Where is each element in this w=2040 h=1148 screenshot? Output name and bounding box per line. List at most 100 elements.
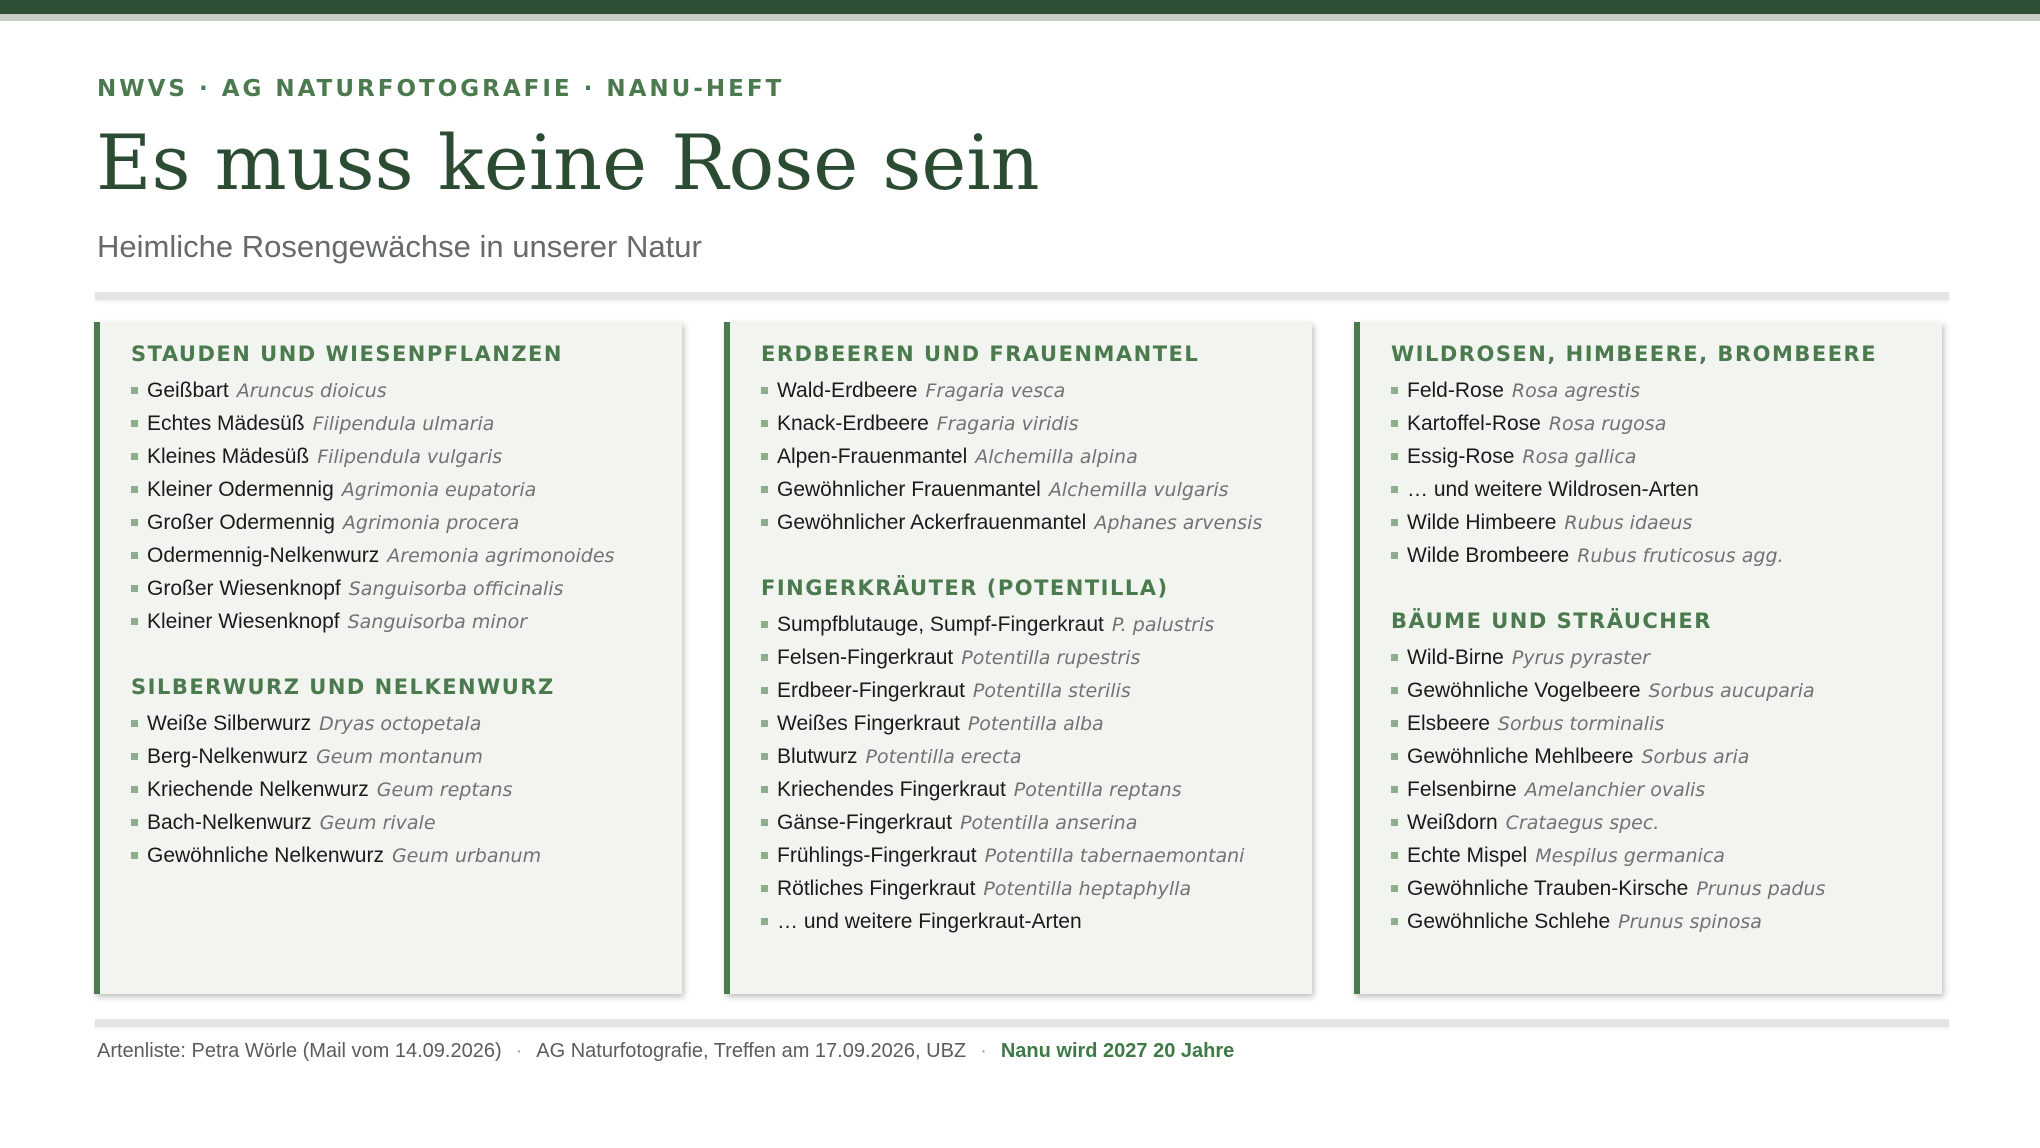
- species-name: Großer Wiesenknopf: [147, 577, 341, 600]
- section-baeume: BÄUME UND STRÄUCHER Wild-Birne Pyrus pyra…: [1391, 601, 1932, 938]
- bullet-icon: [761, 386, 768, 394]
- species-scientific-name: Rosa rugosa: [1548, 413, 1667, 435]
- species-name: Knack-Erdbeere: [777, 412, 929, 435]
- species-scientific-name: Potentilla anserina: [960, 812, 1138, 834]
- species-name: Gewöhnlicher Ackerfrauenmantel: [777, 511, 1087, 534]
- section-erdbeeren: ERDBEEREN UND FRAUENMANTEL Wald-Erdbeere…: [761, 334, 1302, 539]
- species-item: Feld-Rose Rosa agrestis: [1391, 374, 1932, 407]
- bullet-icon: [1391, 452, 1398, 460]
- bullet-icon: [1391, 785, 1398, 793]
- species-scientific-name: Agrimonia procera: [342, 512, 520, 534]
- species-panel-1: STAUDEN UND WIESENPFLANZEN Geißbart Arunc…: [94, 322, 682, 994]
- species-item: Gewöhnliche Vogelbeere Sorbus aucuparia: [1391, 674, 1932, 707]
- bullet-icon: [761, 452, 768, 460]
- section-stauden: STAUDEN UND WIESENPFLANZEN Geißbart Arunc…: [131, 334, 672, 638]
- bullet-icon: [1391, 485, 1398, 493]
- species-scientific-name: Potentilla tabernaemontani: [984, 845, 1245, 867]
- species-item: Odermennig-Nelkenwurz Aremonia agrimonoid…: [131, 539, 672, 572]
- species-scientific-name: Aremonia agrimonoides: [387, 545, 615, 567]
- species-name: Gewöhnliche Nelkenwurz: [147, 844, 384, 867]
- species-scientific-name: Rubus idaeus: [1564, 512, 1693, 534]
- species-name: Gewöhnliche Schlehe: [1407, 910, 1611, 933]
- species-scientific-name: Sorbus aucuparia: [1648, 680, 1815, 702]
- species-scientific-name: Potentilla sterilis: [972, 680, 1131, 702]
- bullet-icon: [1391, 551, 1398, 559]
- species-item: Gänse-Fingerkraut Potentilla anserina: [761, 806, 1302, 839]
- species-name: Blutwurz: [777, 745, 858, 768]
- species-item: Wilde Himbeere Rubus idaeus: [1391, 506, 1932, 539]
- species-name: … und weitere Fingerkraut-Arten: [777, 910, 1082, 933]
- bullet-icon: [1391, 386, 1398, 394]
- species-item: Blutwurz Potentilla erecta: [761, 740, 1302, 773]
- species-name: Gewöhnliche Vogelbeere: [1407, 679, 1641, 702]
- species-name: Feld-Rose: [1407, 379, 1504, 402]
- bullet-icon: [761, 917, 768, 925]
- page-subtitle: Heimliche Rosengewächse in unserer Natur: [97, 229, 702, 264]
- bullet-icon: [761, 785, 768, 793]
- species-scientific-name: P. palustris: [1111, 614, 1215, 636]
- divider-bottom: [95, 1019, 1949, 1027]
- bullet-icon: [1391, 518, 1398, 526]
- bullet-icon: [131, 617, 138, 625]
- species-name: Echte Mispel: [1407, 844, 1528, 867]
- species-item: Rötliches Fingerkraut Potentilla heptaphy…: [761, 872, 1302, 905]
- species-scientific-name: Amelanchier ovalis: [1524, 779, 1706, 801]
- bullet-icon: [131, 752, 138, 760]
- section-silberwurz: SILBERWURZ UND NELKENWURZ Weiße Silberwu…: [131, 667, 672, 872]
- top-bar-shadow: [0, 14, 2040, 21]
- footer-separator: ·: [980, 1040, 987, 1062]
- species-item: Bach-Nelkenwurz Geum rivale: [131, 806, 672, 839]
- species-name: Odermennig-Nelkenwurz: [147, 544, 380, 567]
- species-name: Gewöhnlicher Frauenmantel: [777, 478, 1041, 501]
- species-scientific-name: Pyrus pyraster: [1511, 647, 1650, 669]
- species-item: Knack-Erdbeere Fragaria viridis: [761, 407, 1302, 440]
- species-name: Gänse-Fingerkraut: [777, 811, 953, 834]
- bullet-icon: [1391, 917, 1398, 925]
- species-item: Frühlings-Fingerkraut Potentilla tabernae…: [761, 839, 1302, 872]
- species-name: Kartoffel-Rose: [1407, 412, 1541, 435]
- species-scientific-name: Sorbus torminalis: [1497, 713, 1665, 735]
- species-scientific-name: Rosa agrestis: [1511, 380, 1641, 402]
- species-name: Felsenbirne: [1407, 778, 1517, 801]
- bullet-icon: [131, 551, 138, 559]
- bullet-icon: [1391, 653, 1398, 661]
- species-scientific-name: Potentilla erecta: [865, 746, 1022, 768]
- species-item: Gewöhnlicher Ackerfrauenmantel Aphanes ar…: [761, 506, 1302, 539]
- bullet-icon: [1391, 686, 1398, 694]
- species-item: Wild-Birne Pyrus pyraster: [1391, 641, 1932, 674]
- bullet-icon: [131, 419, 138, 427]
- species-name: Wilde Brombeere: [1407, 544, 1570, 567]
- species-scientific-name: Geum montanum: [316, 746, 483, 768]
- species-name: Rötliches Fingerkraut: [777, 877, 976, 900]
- species-list: Sumpfblutauge, Sumpf-Fingerkraut P. palus…: [761, 608, 1302, 938]
- bullet-icon: [1391, 818, 1398, 826]
- species-name: Felsen-Fingerkraut: [777, 646, 954, 669]
- species-name: Erdbeer-Fingerkraut: [777, 679, 965, 702]
- species-item: Elsbeere Sorbus torminalis: [1391, 707, 1932, 740]
- species-name: Essig-Rose: [1407, 445, 1515, 468]
- species-item: Felsenbirne Amelanchier ovalis: [1391, 773, 1932, 806]
- bullet-icon: [131, 719, 138, 727]
- species-item: … und weitere Wildrosen-Arten: [1391, 473, 1932, 506]
- species-item: Weiße Silberwurz Dryas octopetala: [131, 707, 672, 740]
- species-item: Kriechende Nelkenwurz Geum reptans: [131, 773, 672, 806]
- species-item: Gewöhnliche Schlehe Prunus spinosa: [1391, 905, 1932, 938]
- species-item: Geißbart Aruncus dioicus: [131, 374, 672, 407]
- species-scientific-name: Fragaria viridis: [936, 413, 1079, 435]
- bullet-icon: [761, 620, 768, 628]
- species-panel-3: WILDROSEN, HIMBEERE, BROMBEERE Feld-Rose…: [1354, 322, 1942, 994]
- species-item: Alpen-Frauenmantel Alchemilla alpina: [761, 440, 1302, 473]
- bullet-icon: [131, 485, 138, 493]
- species-name: … und weitere Wildrosen-Arten: [1407, 478, 1699, 501]
- species-scientific-name: Potentilla reptans: [1013, 779, 1182, 801]
- bullet-icon: [1391, 419, 1398, 427]
- species-item: … und weitere Fingerkraut-Arten: [761, 905, 1302, 938]
- species-panel-2: ERDBEEREN UND FRAUENMANTEL Wald-Erdbeere…: [724, 322, 1312, 994]
- bullet-icon: [761, 653, 768, 661]
- bullet-icon: [761, 485, 768, 493]
- species-scientific-name: Crataegus spec.: [1505, 812, 1660, 834]
- bullet-icon: [1391, 851, 1398, 859]
- species-scientific-name: Rubus fruticosus agg.: [1577, 545, 1784, 567]
- bullet-icon: [761, 419, 768, 427]
- species-name: Kleiner Odermennig: [147, 478, 334, 501]
